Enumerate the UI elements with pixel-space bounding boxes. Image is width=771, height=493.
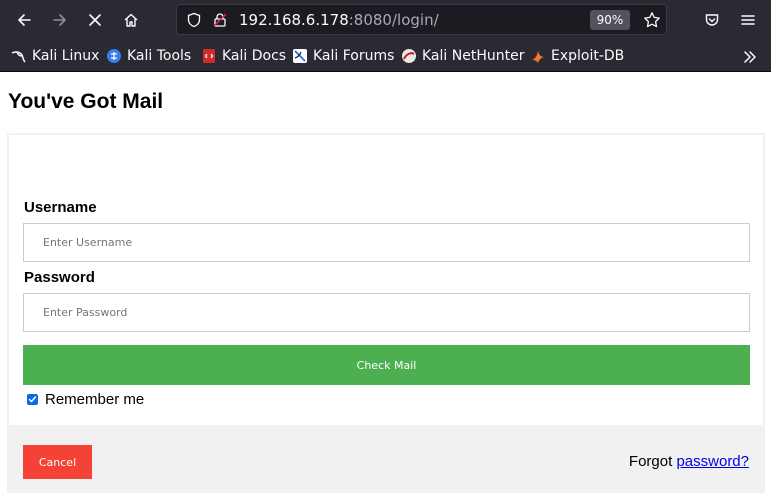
pocket-icon <box>705 14 719 26</box>
bookmark-label: Kali Docs <box>222 48 287 64</box>
kali-tools-icon <box>106 48 122 64</box>
url-host: 192.168.6.178 <box>239 11 349 29</box>
bookmark-label: Kali NetHunter <box>422 48 525 64</box>
remember-me-checkbox[interactable] <box>27 394 38 405</box>
home-button[interactable] <box>115 4 147 36</box>
chevron-double-right-icon <box>744 51 756 63</box>
arrow-left-icon <box>18 14 31 26</box>
bookmark-kali-tools[interactable]: Kali Tools <box>106 47 191 65</box>
back-button[interactable] <box>8 4 40 36</box>
page-title: You've Got Mail <box>8 90 164 113</box>
login-form: Username Password Check Mail Remember me… <box>7 133 765 493</box>
kali-docs-icon <box>201 48 217 64</box>
password-label: Password <box>24 269 95 286</box>
arrow-right-icon <box>53 14 66 26</box>
bookmark-kali-forums[interactable]: Kali Forums <box>292 47 394 65</box>
forgot-password-link[interactable]: password? <box>676 453 749 470</box>
check-mail-button[interactable]: Check Mail <box>23 345 750 385</box>
pocket-button[interactable] <box>696 4 728 36</box>
cancel-button[interactable]: Cancel <box>23 445 92 479</box>
username-label: Username <box>24 199 97 216</box>
shield-icon[interactable] <box>185 11 203 29</box>
page-content: You've Got Mail Username Password Check … <box>0 72 771 493</box>
kali-forums-icon <box>292 48 308 64</box>
forgot-password: Forgot password? <box>629 453 749 470</box>
zoom-level-badge[interactable]: 90% <box>590 10 630 30</box>
bookmark-exploit-db[interactable]: Exploit-DB <box>530 47 624 65</box>
bookmark-label: Kali Forums <box>313 48 395 64</box>
exploit-db-icon <box>530 48 546 64</box>
bookmark-kali-docs[interactable]: Kali Docs <box>201 47 286 65</box>
stop-button[interactable] <box>79 4 111 36</box>
form-footer: Cancel Forgot password? <box>9 425 763 491</box>
remember-me-label: Remember me <box>45 391 145 408</box>
url-text[interactable]: 192.168.6.178:8080/login/ <box>239 11 439 29</box>
username-input[interactable] <box>23 223 750 262</box>
remember-me: Remember me <box>27 391 144 408</box>
close-icon <box>89 14 101 26</box>
checkmark-icon <box>28 396 37 403</box>
insecure-lock-icon[interactable] <box>211 11 229 29</box>
menu-button[interactable] <box>732 4 764 36</box>
kali-dragon-icon <box>11 48 27 64</box>
forward-button[interactable] <box>44 4 76 36</box>
home-icon <box>124 13 138 27</box>
address-bar[interactable]: 192.168.6.178:8080/login/ 90% <box>176 4 667 35</box>
kali-nethunter-icon <box>401 48 417 64</box>
star-icon[interactable] <box>643 11 661 29</box>
bookmark-label: Exploit-DB <box>551 48 625 64</box>
bookmark-kali-nethunter[interactable]: Kali NetHunter <box>401 47 524 65</box>
url-path: :8080/login/ <box>348 11 439 29</box>
hamburger-menu-icon <box>741 15 755 25</box>
password-input[interactable] <box>23 293 750 332</box>
bookmark-label: Kali Linux <box>32 48 100 64</box>
bookmark-label: Kali Tools <box>127 48 192 64</box>
bookmarks-overflow-button[interactable] <box>742 48 758 66</box>
bookmarks-toolbar: Kali Linux Kali Tools Kali Docs Kali For… <box>0 40 771 72</box>
browser-toolbar: 192.168.6.178:8080/login/ 90% <box>0 0 771 40</box>
forgot-prefix: Forgot <box>628 453 673 470</box>
bookmark-kali-linux[interactable]: Kali Linux <box>11 47 99 65</box>
